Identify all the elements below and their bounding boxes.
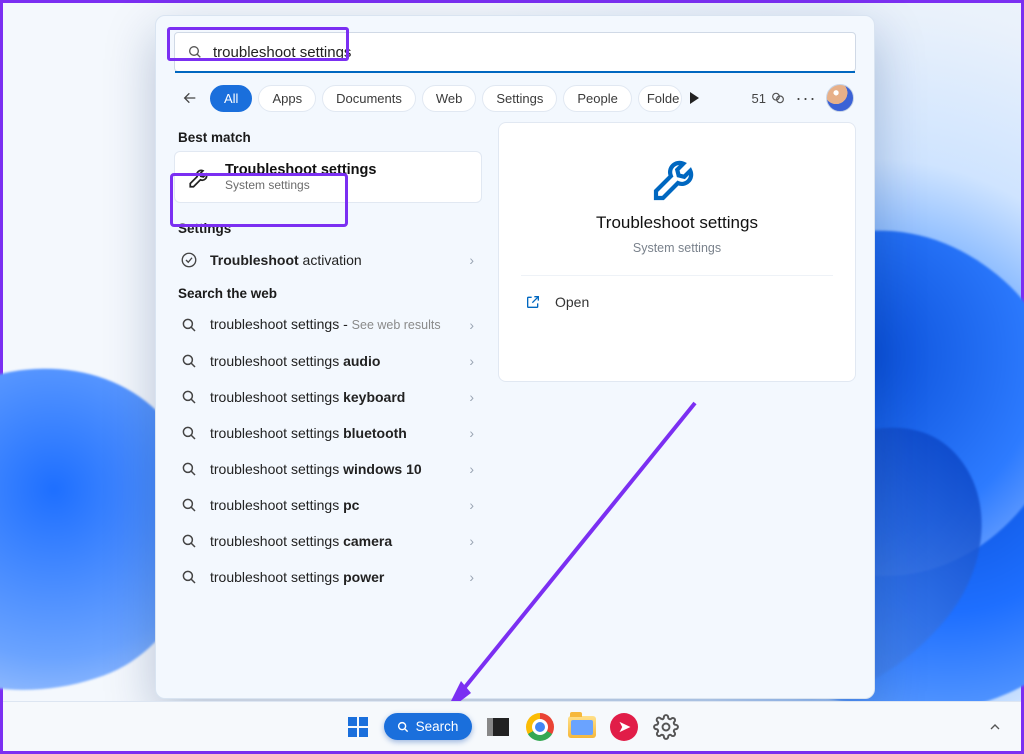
open-action[interactable]: Open [521,276,833,314]
wrench-icon [649,149,705,205]
web-item-6[interactable]: troubleshoot settings camera › [174,523,482,559]
search-icon [180,424,198,442]
filter-folders[interactable]: Folde [638,85,683,112]
web-item-0[interactable]: troubleshoot settings - See web results … [174,307,482,343]
preview-subtitle: System settings [633,241,721,255]
chevron-right-icon: › [469,533,476,549]
user-avatar[interactable] [826,84,854,112]
web-item-7[interactable]: troubleshoot settings power › [174,559,482,595]
windows-logo-icon [348,717,368,737]
chevron-right-icon: › [469,317,476,333]
filter-settings[interactable]: Settings [482,85,557,112]
settings-item-activation[interactable]: Troubleshoot activation › [174,242,482,278]
filter-documents[interactable]: Documents [322,85,416,112]
more-button[interactable]: ··· [792,88,820,109]
search-icon [180,460,198,478]
web-item-1[interactable]: troubleshoot settings audio › [174,343,482,379]
web-item-3[interactable]: troubleshoot settings bluetooth › [174,415,482,451]
gear-icon [653,714,679,740]
preview-title: Troubleshoot settings [596,213,758,233]
start-search-panel: All Apps Documents Web Settings People F… [155,15,875,699]
back-button[interactable] [176,84,204,112]
web-item-2[interactable]: troubleshoot settings keyboard › [174,379,482,415]
preview-card: Troubleshoot settings System settings Op… [498,122,856,382]
open-label: Open [555,294,589,310]
search-bar[interactable] [174,32,856,72]
paper-plane-icon: ➤ [610,713,638,741]
filter-web[interactable]: Web [422,85,477,112]
app-forward-button[interactable]: ➤ [608,711,640,743]
system-tray-chevron-icon[interactable] [987,719,1003,735]
web-item-5[interactable]: troubleshoot settings pc › [174,487,482,523]
web-item-4[interactable]: troubleshoot settings windows 10 › [174,451,482,487]
chevron-right-icon: › [469,461,476,477]
search-icon [180,316,198,334]
filter-bar: All Apps Documents Web Settings People F… [156,80,874,122]
settings-button[interactable] [650,711,682,743]
filter-all[interactable]: All [210,85,252,112]
chevron-right-icon: › [469,353,476,369]
search-icon [187,44,203,60]
open-external-icon [525,294,541,310]
rewards-points[interactable]: 51 [752,90,786,106]
chrome-icon [526,713,554,741]
explorer-button[interactable] [566,711,598,743]
search-icon [180,352,198,370]
chevron-right-icon: › [469,389,476,405]
taskbar-search-label: Search [416,719,459,734]
web-label: Search the web [174,278,482,307]
search-icon [180,496,198,514]
scroll-right-icon[interactable] [690,92,699,104]
chevron-right-icon: › [469,425,476,441]
best-match-result[interactable]: Troubleshoot settings System settings [174,151,482,203]
best-match-title: Troubleshoot settings [225,162,376,178]
settings-label: Settings [174,213,482,242]
chrome-button[interactable] [524,711,556,743]
task-view-icon [487,718,509,736]
search-icon [180,388,198,406]
filter-apps[interactable]: Apps [258,85,316,112]
check-circle-icon [180,251,198,269]
best-match-subtitle: System settings [225,178,376,192]
search-icon [180,568,198,586]
rewards-count: 51 [752,91,766,106]
start-button[interactable] [342,711,374,743]
rewards-icon [770,90,786,106]
wrench-icon [187,164,213,190]
task-view-button[interactable] [482,711,514,743]
best-match-label: Best match [174,122,482,151]
chevron-right-icon: › [469,497,476,513]
taskbar-search-button[interactable]: Search [384,713,473,740]
chevron-right-icon: › [469,252,476,268]
chevron-right-icon: › [469,569,476,585]
results-column: Best match Troubleshoot settings System … [174,122,482,680]
search-input[interactable] [213,44,843,61]
search-icon [396,720,410,734]
filter-people[interactable]: People [563,85,631,112]
file-explorer-icon [568,716,596,738]
search-icon [180,532,198,550]
taskbar: Search ➤ [3,701,1021,751]
